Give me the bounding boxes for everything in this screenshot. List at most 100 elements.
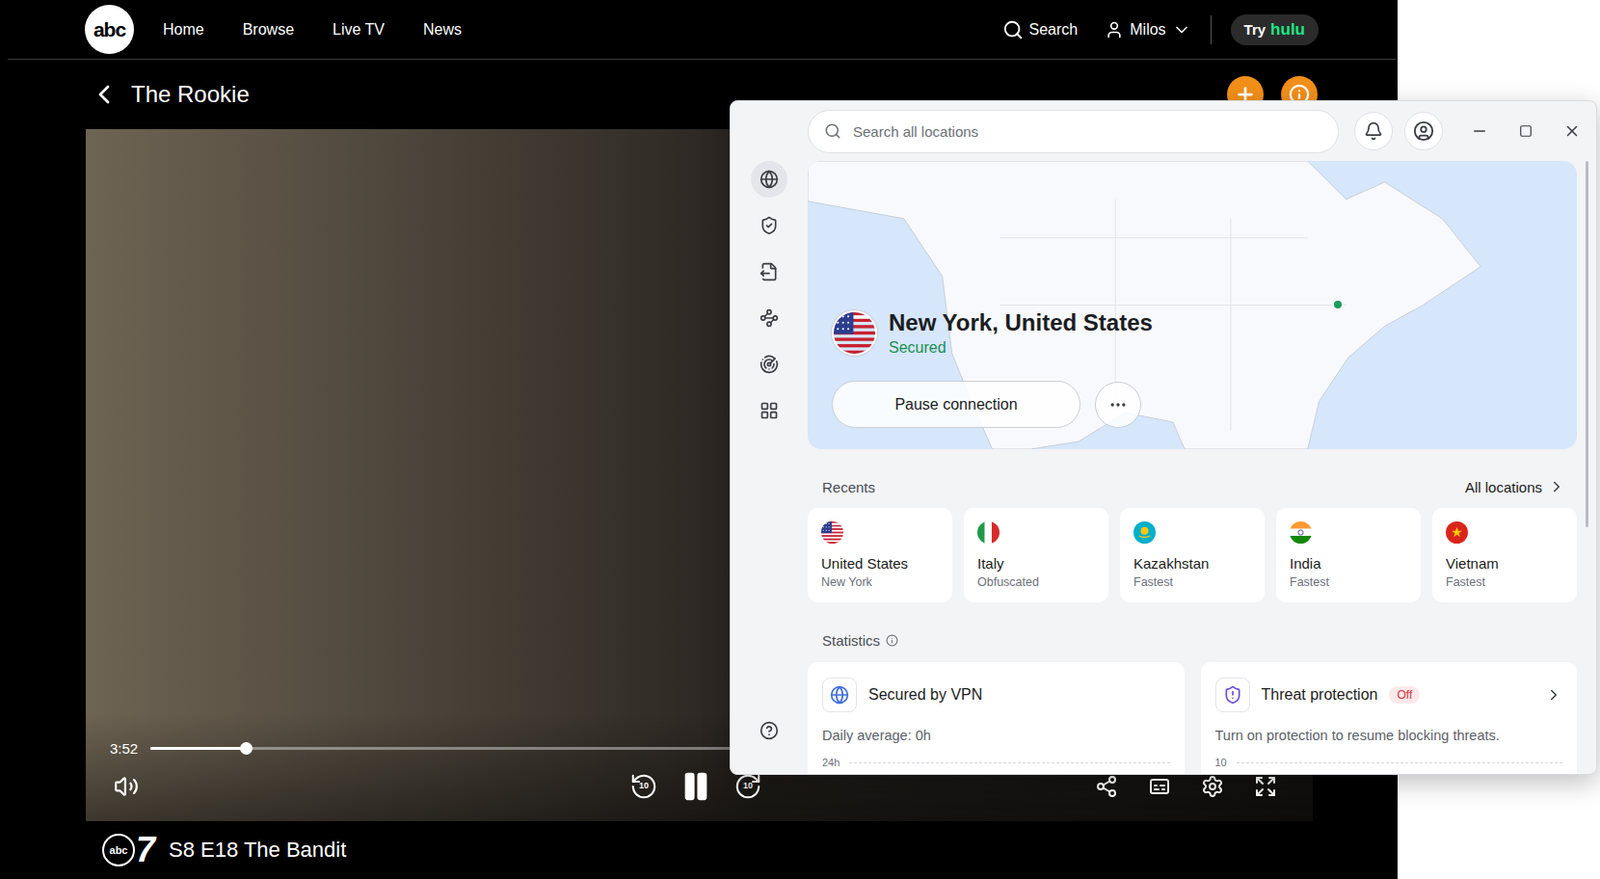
rail-item[interactable] <box>750 160 788 198</box>
recent-flag <box>821 521 844 544</box>
minimize-button[interactable] <box>1466 118 1493 144</box>
rail-item[interactable] <box>750 253 788 291</box>
nav-link[interactable]: Browse <box>242 21 294 39</box>
rewind-seconds: 10 <box>627 780 661 791</box>
search-button[interactable]: Search <box>1002 19 1079 41</box>
location-search-input[interactable] <box>851 122 1323 141</box>
channel-number: 7 <box>135 832 156 868</box>
us-flag-icon <box>821 521 844 544</box>
episode-title: S8 E18 The Bandit <box>168 837 347 863</box>
user-icon <box>1104 20 1124 40</box>
scrollbar <box>1576 160 1597 774</box>
status-badge: Off <box>1388 686 1420 704</box>
connection-actions: Pause connection <box>831 380 1577 428</box>
vpn-header <box>730 101 1597 161</box>
vietnam-flag-icon <box>1445 521 1468 544</box>
apps-icon <box>759 400 779 421</box>
recent-detail: New York <box>821 575 873 589</box>
rewind-button[interactable]: 10 <box>627 770 661 803</box>
maximize-icon <box>1519 124 1533 138</box>
recent-country: India <box>1289 555 1322 572</box>
stat-card[interactable]: Secured by VPNDaily average: 0h24h <box>807 662 1185 774</box>
close-button[interactable] <box>1559 118 1585 144</box>
rail-item[interactable] <box>750 346 788 383</box>
hulu-brand: hulu <box>1270 20 1306 40</box>
captions-icon <box>1147 774 1172 799</box>
notifications-button[interactable] <box>1354 111 1393 151</box>
connection-info: New York, United StatesSecured <box>831 309 1577 357</box>
forward-button[interactable]: 10 <box>731 770 765 803</box>
progress-knob[interactable] <box>240 742 253 755</box>
more-button[interactable] <box>1094 381 1142 428</box>
rail-item[interactable] <box>750 299 788 337</box>
statistics-header: Statistics <box>807 629 1577 651</box>
search-label: Search <box>1029 21 1079 39</box>
recent-card[interactable]: VietnamFastest <box>1432 507 1577 603</box>
fullscreen-button[interactable] <box>1249 770 1282 803</box>
recent-flag <box>1289 521 1312 544</box>
recent-card[interactable]: KazakhstanFastest <box>1120 507 1265 603</box>
volume-button[interactable] <box>109 770 143 803</box>
chevron-down-icon <box>1172 20 1192 40</box>
channel-logo: abc7 <box>102 832 156 868</box>
pause-connection-button[interactable]: Pause connection <box>831 380 1081 428</box>
back-arrow-icon[interactable] <box>88 79 120 110</box>
gear-icon <box>1200 774 1225 799</box>
statistics-title: Statistics <box>822 632 899 649</box>
globe-icon <box>829 685 850 705</box>
recent-card[interactable]: United StatesNew York <box>807 507 953 603</box>
connection-flag <box>831 310 878 356</box>
radar-icon <box>759 354 779 374</box>
scroll-thumb[interactable] <box>1585 160 1589 528</box>
all-locations-link[interactable]: All locations <box>1465 478 1566 496</box>
recent-flag <box>1445 521 1468 544</box>
help-button[interactable] <box>750 712 788 749</box>
settings-button[interactable] <box>1196 770 1229 803</box>
nav-divider <box>1210 15 1212 45</box>
rail-item[interactable] <box>750 207 788 244</box>
recent-card[interactable]: ItalyObfuscated <box>963 507 1109 603</box>
nav-link[interactable]: News <box>423 21 462 39</box>
screen: abc Home Browse Live TV News Search Milos Tryhu… <box>0 0 1600 879</box>
share-button[interactable] <box>1090 770 1123 803</box>
pause-button[interactable] <box>679 770 713 803</box>
episode-strip: abc7 S8 E18 The Bandit <box>0 821 1398 879</box>
captions-button[interactable] <box>1143 770 1176 803</box>
bell-icon <box>1363 121 1384 141</box>
stat-card[interactable]: Threat protection Off Turn on protection t… <box>1200 662 1578 774</box>
account-icon <box>1413 120 1435 142</box>
nav-link[interactable]: Home <box>162 21 205 39</box>
kazakhstan-flag-icon <box>1133 521 1156 544</box>
vpn-main: New York, United StatesSecured Pause conn… <box>807 160 1577 774</box>
nav-links: Home Browse Live TV News <box>162 21 462 39</box>
recent-detail: Fastest <box>1133 575 1174 589</box>
maximize-button[interactable] <box>1513 118 1539 144</box>
promo-prefix: Try <box>1244 21 1267 38</box>
user-menu[interactable]: Milos <box>1104 20 1191 40</box>
recent-detail: Obfuscated <box>977 575 1040 589</box>
stat-text: Turn on protection to resume blocking th… <box>1215 727 1564 744</box>
recents-list: United StatesNew YorkItalyObfuscatedKaza… <box>807 507 1577 603</box>
top-nav: abc Home Browse Live TV News Search Milos Tryhu… <box>7 0 1396 60</box>
recent-flag <box>1133 521 1156 544</box>
vpn-window: New York, United StatesSecured Pause conn… <box>729 100 1598 775</box>
try-hulu-button[interactable]: Tryhulu <box>1230 14 1319 46</box>
abc-logo[interactable]: abc <box>84 4 134 54</box>
time-label: 3:52 <box>109 740 138 757</box>
stat-title: Threat protection <box>1261 686 1379 704</box>
rail-item[interactable] <box>750 392 788 429</box>
minimize-icon <box>1470 122 1489 140</box>
search-icon <box>1002 19 1024 41</box>
recent-card[interactable]: IndiaFastest <box>1276 507 1421 603</box>
search-icon <box>824 122 842 140</box>
italy-flag-icon <box>977 521 1000 544</box>
connection-location: New York, United States <box>888 309 1153 337</box>
location-search[interactable] <box>807 109 1339 154</box>
account-button[interactable] <box>1404 111 1443 151</box>
channel-brand: abc <box>102 833 135 867</box>
shield-icon <box>759 215 779 236</box>
side-rail <box>730 160 808 774</box>
nav-link[interactable]: Live TV <box>332 21 385 39</box>
forward-seconds: 10 <box>731 780 765 791</box>
progress-fill <box>150 746 247 750</box>
